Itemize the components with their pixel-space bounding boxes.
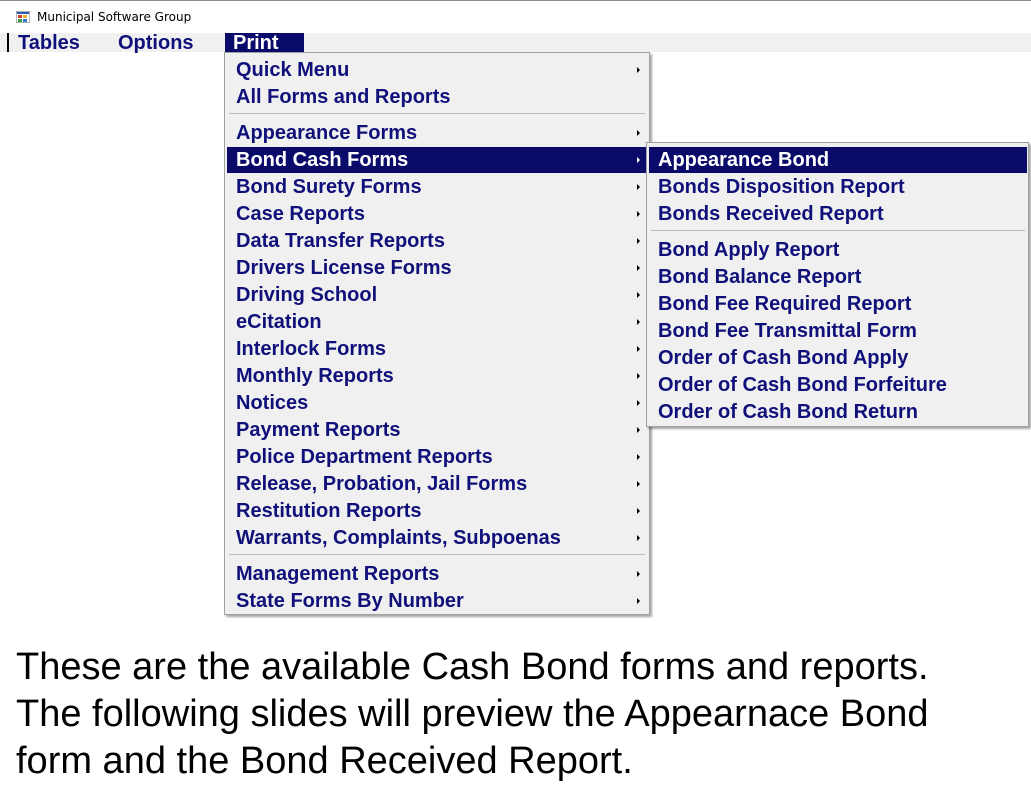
menu-bar: Tables Options Print <box>0 33 1031 53</box>
caption-line: The following slides will preview the Ap… <box>16 693 929 735</box>
submenu-arrow-icon <box>637 427 640 433</box>
menu-item-label: Restitution Reports <box>236 500 422 522</box>
menu-item-label: Management Reports <box>236 563 440 585</box>
menu-item-label: Data Transfer Reports <box>236 230 445 252</box>
menu-item-label: Warrants, Complaints, Subpoenas <box>236 527 561 549</box>
submenu-arrow-icon <box>637 238 640 244</box>
submenu-arrow-icon <box>637 571 640 577</box>
submenu-arrow-icon <box>637 481 640 487</box>
submenu-item-bond-apply-report[interactable]: Bond Apply Report <box>649 237 1027 263</box>
submenu-arrow-icon <box>637 157 640 163</box>
menu-item-label: Monthly Reports <box>236 365 394 387</box>
menu-item-label: eCitation <box>236 311 322 333</box>
menu-item-restitution-reports[interactable]: Restitution Reports <box>227 498 647 524</box>
menu-item-interlock-forms[interactable]: Interlock Forms <box>227 336 647 362</box>
caption-line: form and the Bond Received Report. <box>16 740 633 782</box>
menu-item-release-probation-jail-forms[interactable]: Release, Probation, Jail Forms <box>227 471 647 497</box>
slide-caption: These are the available Cash Bond forms … <box>16 644 1016 785</box>
submenu-arrow-icon <box>637 292 640 298</box>
submenu-item-bond-balance-report[interactable]: Bond Balance Report <box>649 264 1027 290</box>
submenu-arrow-icon <box>637 346 640 352</box>
menu-item-driving-school[interactable]: Driving School <box>227 282 647 308</box>
submenu-arrow-icon <box>637 373 640 379</box>
submenu-arrow-icon <box>637 211 640 217</box>
window-title-bar: Municipal Software Group <box>0 0 1031 33</box>
menu-item-data-transfer-reports[interactable]: Data Transfer Reports <box>227 228 647 254</box>
menu-item-bond-surety-forms[interactable]: Bond Surety Forms <box>227 174 647 200</box>
menu-item-state-forms-by-number[interactable]: State Forms By Number <box>227 588 647 614</box>
menu-item-payment-reports[interactable]: Payment Reports <box>227 417 647 443</box>
menu-item-label: Police Department Reports <box>236 446 493 468</box>
menu-item-label: Bond Surety Forms <box>236 176 422 198</box>
submenu-arrow-icon <box>637 535 640 541</box>
menu-item-label: Notices <box>236 392 309 414</box>
menu-separator <box>229 113 645 114</box>
menu-item-management-reports[interactable]: Management Reports <box>227 561 647 587</box>
menu-item-appearance-forms[interactable]: Appearance Forms <box>227 120 647 146</box>
submenu-arrow-icon <box>637 130 640 136</box>
submenu-item-bond-fee-required-report[interactable]: Bond Fee Required Report <box>649 291 1027 317</box>
menu-separator <box>651 230 1025 231</box>
menu-item-label: Release, Probation, Jail Forms <box>236 473 528 495</box>
menu-separator <box>229 554 645 555</box>
menu-bar-edge <box>7 33 9 52</box>
submenu-item-bonds-disposition-report[interactable]: Bonds Disposition Report <box>649 174 1027 200</box>
menu-item-label: Appearance Forms <box>236 122 418 144</box>
submenu-arrow-icon <box>637 319 640 325</box>
menu-item-notices[interactable]: Notices <box>227 390 647 416</box>
submenu-arrow-icon <box>637 508 640 514</box>
submenu-item-appearance-bond[interactable]: Appearance Bond <box>649 147 1027 173</box>
menu-item-drivers-license-forms[interactable]: Drivers License Forms <box>227 255 647 281</box>
submenu-arrow-icon <box>637 265 640 271</box>
menu-item-police-department-reports[interactable]: Police Department Reports <box>227 444 647 470</box>
menu-item-label: Case Reports <box>236 203 365 225</box>
menu-item-label: Drivers License Forms <box>236 257 452 279</box>
menu-item-bond-cash-forms[interactable]: Bond Cash Forms <box>227 147 647 173</box>
menu-item-label: Driving School <box>236 284 378 306</box>
menu-item-label: Bond Cash Forms <box>236 149 409 171</box>
menu-tables[interactable]: Tables <box>10 33 88 53</box>
submenu-arrow-icon <box>637 184 640 190</box>
submenu-arrow-icon <box>637 454 640 460</box>
menu-print[interactable]: Print <box>225 33 304 53</box>
menu-item-label: Payment Reports <box>236 419 401 441</box>
submenu-arrow-icon <box>637 598 640 604</box>
menu-item-warrants-complaints-subpoenas[interactable]: Warrants, Complaints, Subpoenas <box>227 525 647 551</box>
submenu-arrow-icon <box>637 67 640 73</box>
menu-item-monthly-reports[interactable]: Monthly Reports <box>227 363 647 389</box>
menu-item-ecitation[interactable]: eCitation <box>227 309 647 335</box>
menu-item-case-reports[interactable]: Case Reports <box>227 201 647 227</box>
bond-cash-submenu: Appearance Bond Bonds Disposition Report… <box>646 142 1029 427</box>
menu-item-label: State Forms By Number <box>236 590 464 612</box>
submenu-item-order-of-cash-bond-apply[interactable]: Order of Cash Bond Apply <box>649 345 1027 371</box>
menu-item-label: Interlock Forms <box>236 338 387 360</box>
submenu-item-order-of-cash-bond-return[interactable]: Order of Cash Bond Return <box>649 399 1027 425</box>
menu-options[interactable]: Options <box>110 33 202 53</box>
menu-item-label: Quick Menu <box>236 59 350 81</box>
submenu-item-bond-fee-transmittal-form[interactable]: Bond Fee Transmittal Form <box>649 318 1027 344</box>
submenu-arrow-icon <box>637 400 640 406</box>
caption-line: These are the available Cash Bond forms … <box>16 646 929 688</box>
app-windows-icon <box>16 11 30 23</box>
submenu-item-bonds-received-report[interactable]: Bonds Received Report <box>649 201 1027 227</box>
menu-item-all-forms-and-reports[interactable]: All Forms and Reports <box>227 84 647 110</box>
print-menu-dropdown: Quick Menu All Forms and Reports Appeara… <box>224 52 650 615</box>
menu-item-label: All Forms and Reports <box>236 86 451 108</box>
window-title: Municipal Software Group <box>37 10 192 24</box>
menu-item-quick-menu[interactable]: Quick Menu <box>227 57 647 83</box>
submenu-item-order-of-cash-bond-forfeiture[interactable]: Order of Cash Bond Forfeiture <box>649 372 1027 398</box>
